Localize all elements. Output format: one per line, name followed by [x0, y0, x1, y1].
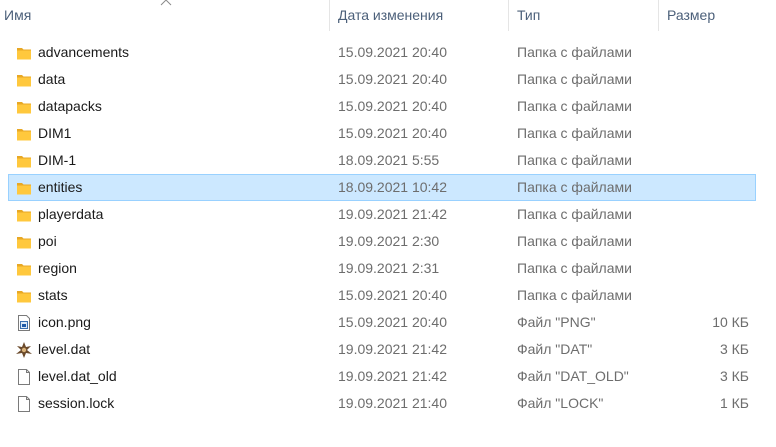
file-date-modified: 15.09.2021 20:40 — [338, 287, 447, 303]
file-name: datapacks — [38, 98, 102, 114]
folder-icon — [15, 179, 33, 197]
file-name: playerdata — [38, 206, 104, 222]
file-row[interactable]: DIM1 15.09.2021 20:40 Папка с файлами — [8, 120, 756, 147]
file-row[interactable]: entities 18.09.2021 10:42 Папка с файлами — [8, 174, 756, 201]
column-header-date[interactable]: Дата изменения — [330, 0, 509, 31]
folder-icon — [15, 125, 33, 143]
file-row[interactable]: level.dat 19.09.2021 21:42 Файл "DAT" 3 КБ — [8, 336, 756, 363]
file-type: Папка с файлами — [517, 44, 632, 60]
dat-file-icon — [15, 341, 33, 359]
file-name: poi — [38, 233, 57, 249]
file-type: Папка с файлами — [517, 206, 632, 222]
file-row[interactable]: session.lock 19.09.2021 21:40 Файл "LOCK" 1… — [8, 390, 756, 417]
file-row[interactable]: region 19.09.2021 2:31 Папка с файлами — [8, 255, 756, 282]
file-name: data — [38, 71, 66, 87]
file-name: DIM1 — [38, 125, 72, 141]
file-name: level.dat_old — [38, 368, 117, 384]
file-row[interactable]: data 15.09.2021 20:40 Папка с файлами — [8, 66, 756, 93]
file-row[interactable]: poi 19.09.2021 2:30 Папка с файлами — [8, 228, 756, 255]
file-type: Папка с файлами — [517, 179, 632, 195]
folder-icon — [15, 152, 33, 170]
folder-icon — [15, 206, 33, 224]
blank-file-icon — [15, 395, 33, 413]
file-name: region — [38, 260, 77, 276]
file-row[interactable]: stats 15.09.2021 20:40 Папка с файлами — [8, 282, 756, 309]
folder-icon — [15, 287, 33, 305]
file-date-modified: 15.09.2021 20:40 — [338, 314, 447, 330]
file-date-modified: 18.09.2021 5:55 — [338, 152, 440, 168]
image-file-icon — [15, 314, 33, 332]
file-date-modified: 19.09.2021 21:42 — [338, 206, 447, 222]
file-row[interactable]: advancements 15.09.2021 20:40 Папка с файл… — [8, 39, 756, 66]
file-size: 1 КБ — [719, 395, 749, 411]
file-date-modified: 15.09.2021 20:40 — [338, 98, 447, 114]
file-size: 10 КБ — [712, 314, 749, 330]
file-date-modified: 19.09.2021 2:31 — [338, 260, 440, 276]
file-name: stats — [38, 287, 68, 303]
folder-icon — [15, 71, 33, 89]
file-date-modified: 15.09.2021 20:40 — [338, 44, 447, 60]
file-size: 3 КБ — [719, 368, 749, 384]
file-name: entities — [38, 179, 83, 195]
file-row[interactable]: playerdata 19.09.2021 21:42 Папка с файлам… — [8, 201, 756, 228]
blank-file-icon — [15, 368, 33, 386]
folder-icon — [15, 98, 33, 116]
folder-icon — [15, 44, 33, 62]
file-type: Папка с файлами — [517, 287, 632, 303]
file-explorer: Имя Дата изменения Тип Размер advancemen… — [0, 0, 776, 447]
file-date-modified: 18.09.2021 10:42 — [338, 179, 447, 195]
file-type: Папка с файлами — [517, 152, 632, 168]
file-date-modified: 15.09.2021 20:40 — [338, 71, 447, 87]
file-type: Папка с файлами — [517, 98, 632, 114]
file-date-modified: 19.09.2021 21:40 — [338, 395, 447, 411]
file-type: Файл "PNG" — [517, 314, 596, 330]
column-header-bar: Имя Дата изменения Тип Размер — [0, 0, 776, 31]
file-row[interactable]: datapacks 15.09.2021 20:40 Папка с файлами — [8, 93, 756, 120]
file-name: level.dat — [38, 341, 91, 357]
file-date-modified: 19.09.2021 21:42 — [338, 341, 447, 357]
file-row[interactable]: DIM-1 18.09.2021 5:55 Папка с файлами — [8, 147, 756, 174]
file-size: 3 КБ — [719, 341, 749, 357]
folder-icon — [15, 233, 33, 251]
file-type: Папка с файлами — [517, 125, 632, 141]
column-header-size[interactable]: Размер — [659, 0, 769, 31]
file-name: icon.png — [38, 314, 91, 330]
file-type: Папка с файлами — [517, 260, 632, 276]
column-header-type[interactable]: Тип — [509, 0, 659, 31]
sort-ascending-icon — [160, 0, 172, 6]
file-type: Файл "LOCK" — [517, 395, 604, 411]
file-name: session.lock — [38, 395, 115, 411]
file-type: Файл "DAT" — [517, 341, 593, 357]
file-list: advancements 15.09.2021 20:40 Папка с файл… — [0, 39, 776, 417]
file-date-modified: 19.09.2021 21:42 — [338, 368, 447, 384]
file-type: Папка с файлами — [517, 233, 632, 249]
file-row[interactable]: level.dat_old 19.09.2021 21:42 Файл "DAT_O… — [8, 363, 756, 390]
file-name: DIM-1 — [38, 152, 77, 168]
file-date-modified: 15.09.2021 20:40 — [338, 125, 447, 141]
file-name: advancements — [38, 44, 130, 60]
file-row[interactable]: icon.png 15.09.2021 20:40 Файл "PNG" 10 КБ — [8, 309, 756, 336]
file-date-modified: 19.09.2021 2:30 — [338, 233, 440, 249]
file-type: Файл "DAT_OLD" — [517, 368, 629, 384]
folder-icon — [15, 260, 33, 278]
file-type: Папка с файлами — [517, 71, 632, 87]
